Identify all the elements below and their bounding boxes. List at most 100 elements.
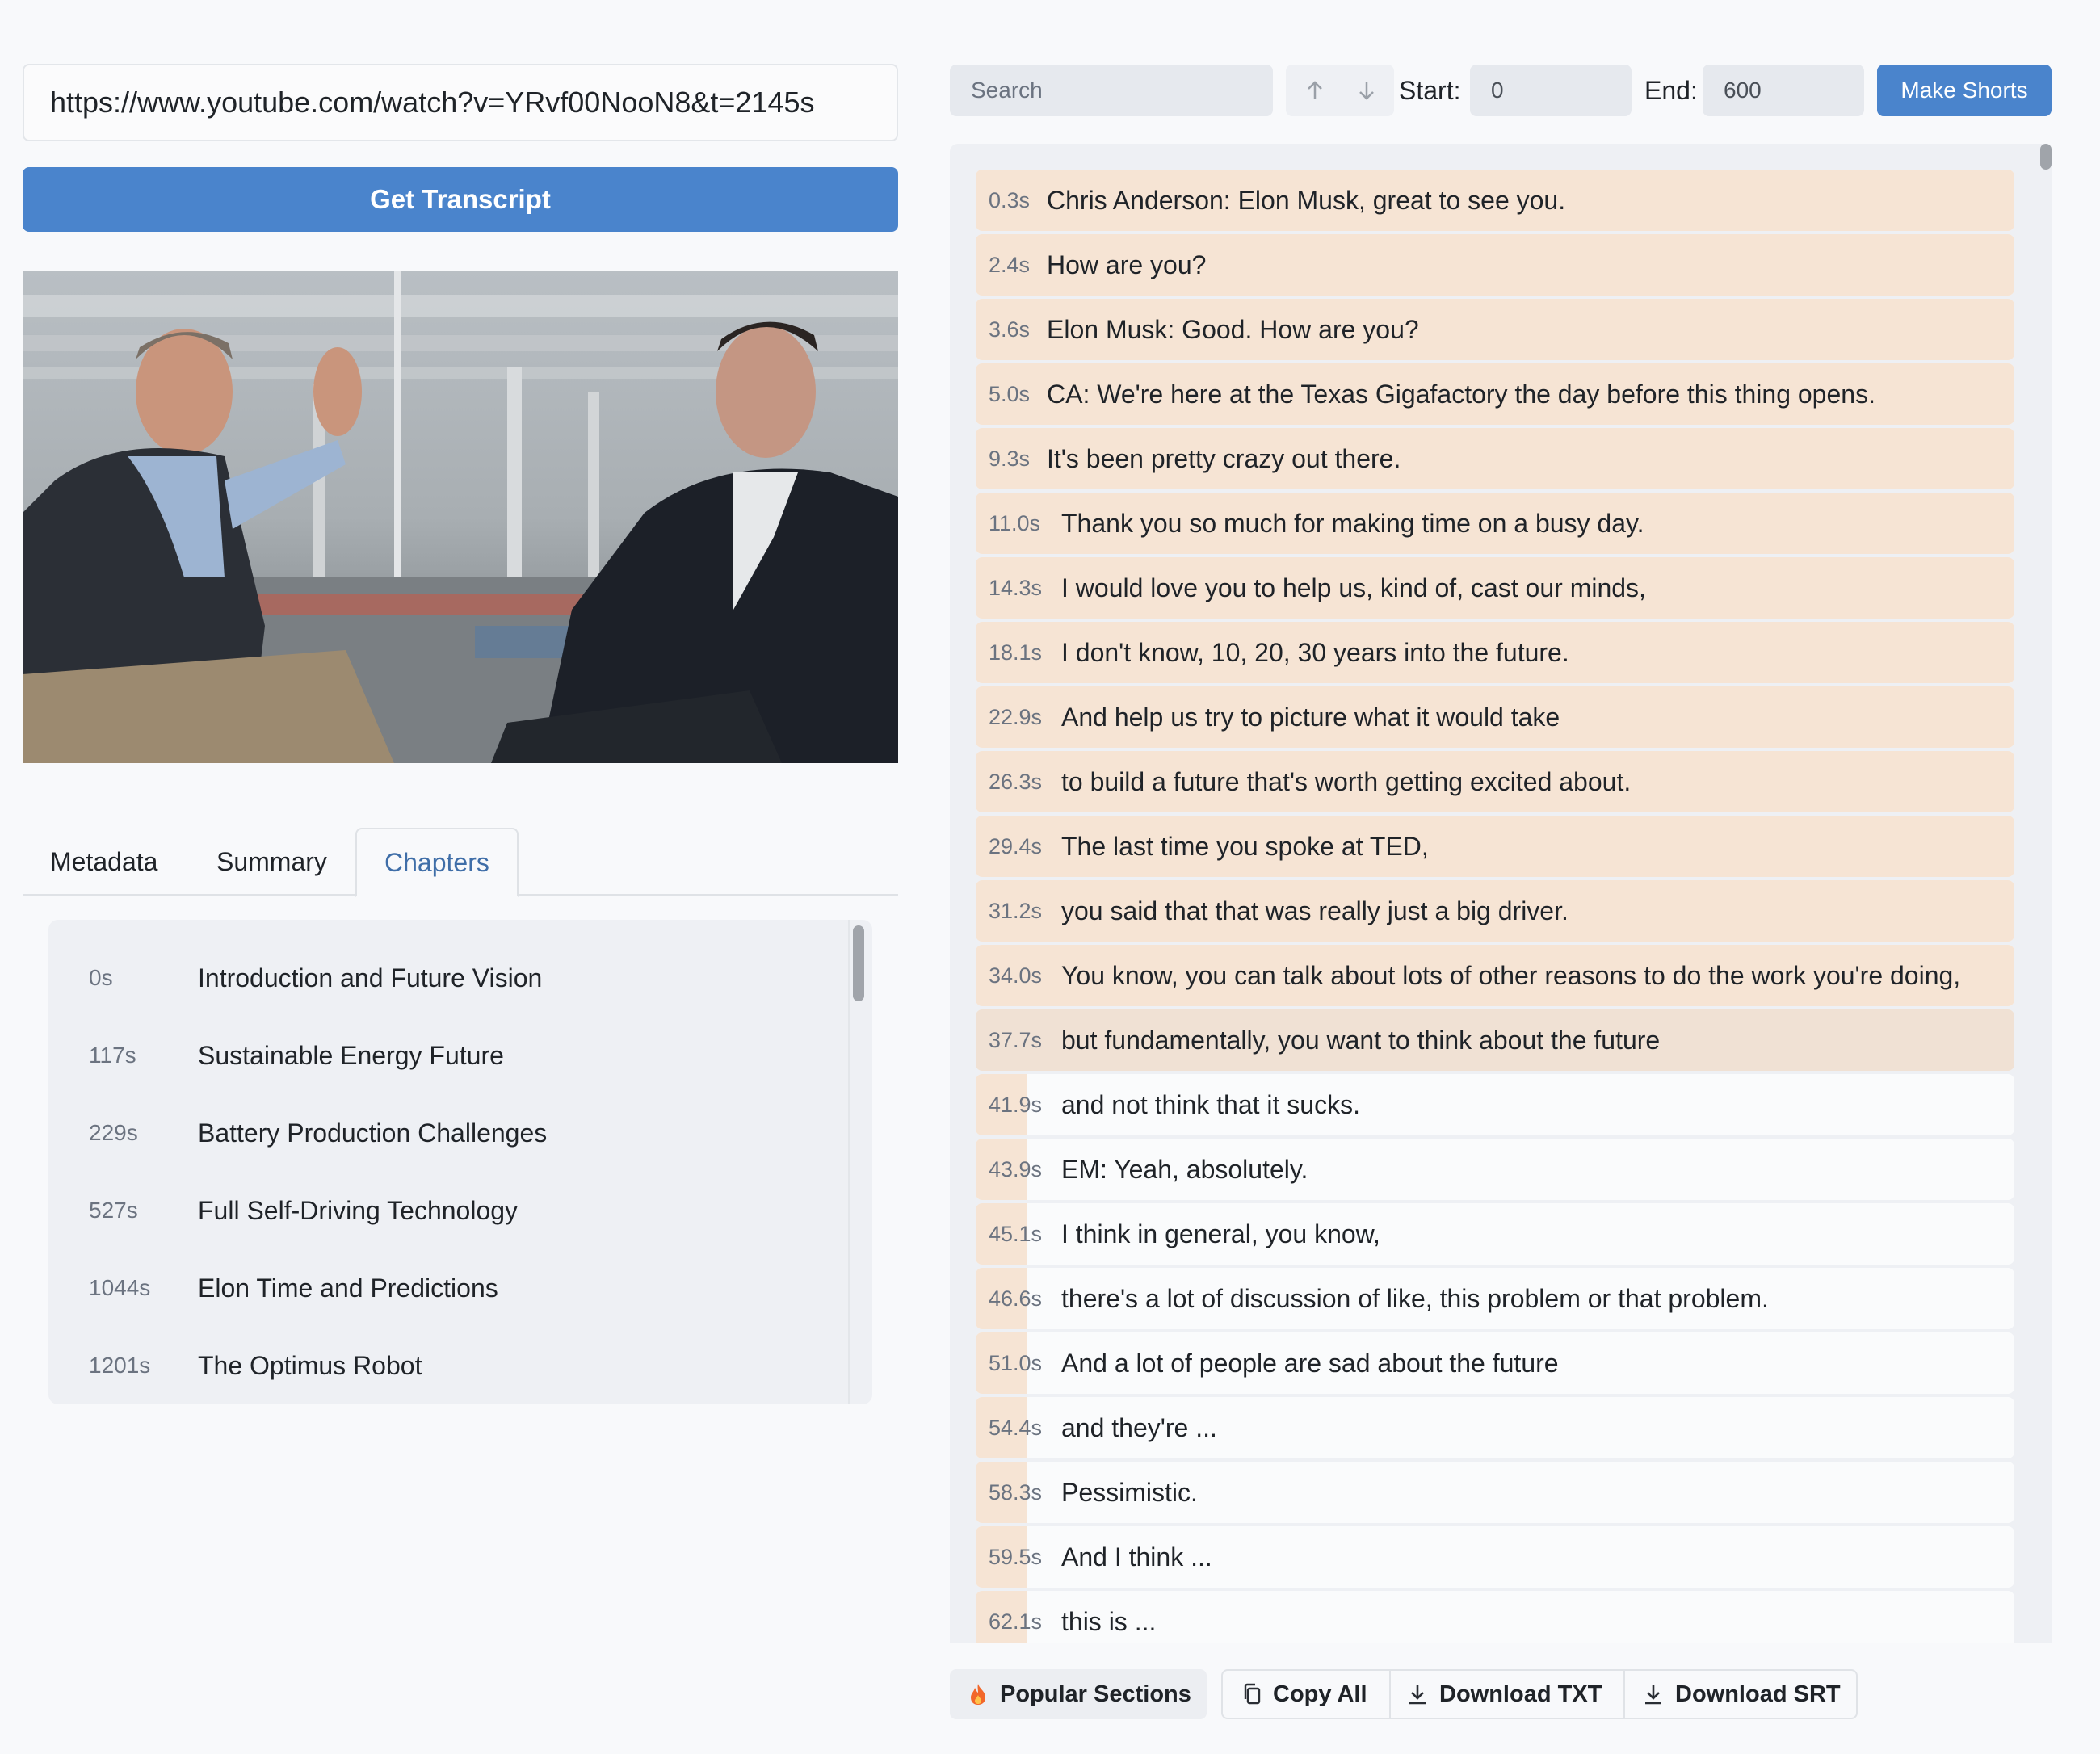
download-txt-button[interactable]: Download TXT bbox=[1407, 1671, 1602, 1718]
chapter-title: Full Self-Driving Technology bbox=[198, 1195, 519, 1225]
tab-metadata[interactable]: Metadata bbox=[23, 828, 185, 896]
transcript-segment[interactable]: 18.1s I don't know, 10, 20, 30 years into… bbox=[976, 622, 2014, 683]
segment-text: I don't know, 10, 20, 30 years into the … bbox=[1061, 637, 1569, 667]
chapters-scrollbar-thumb[interactable] bbox=[853, 925, 864, 1001]
segment-text: there's a lot of discussion of like, thi… bbox=[1061, 1283, 1769, 1313]
segment-timestamp[interactable]: 62.1s bbox=[989, 1591, 1042, 1643]
chapter-time: 229s bbox=[89, 1120, 138, 1145]
segment-text: Chris Anderson: Elon Musk, great to see … bbox=[1047, 185, 1566, 215]
segment-text: And I think ... bbox=[1061, 1542, 1212, 1571]
copy-all-button[interactable]: Copy All bbox=[1242, 1671, 1367, 1718]
download-srt-button[interactable]: Download SRT bbox=[1643, 1671, 1841, 1718]
divider bbox=[1389, 1671, 1391, 1718]
chapter-title: Battery Production Challenges bbox=[198, 1118, 548, 1148]
chapter-row[interactable]: 1044s Elon Time and Predictions bbox=[48, 1249, 848, 1327]
segment-timestamp[interactable]: 3.6s bbox=[989, 299, 1030, 360]
transcript-segment[interactable]: 5.0s CA: We're here at the Texas Gigafact… bbox=[976, 363, 2014, 425]
arrow-up-icon[interactable] bbox=[1291, 65, 1339, 116]
chapter-time: 117s bbox=[89, 1043, 136, 1068]
arrow-down-icon[interactable] bbox=[1342, 65, 1391, 116]
end-time-input[interactable] bbox=[1703, 65, 1864, 116]
segment-timestamp[interactable]: 51.0s bbox=[989, 1332, 1042, 1394]
segment-text: And help us try to picture what it would… bbox=[1061, 702, 1560, 732]
popular-sections-button[interactable]: Popular Sections bbox=[950, 1669, 1207, 1719]
copy-icon bbox=[1242, 1683, 1262, 1706]
transcript-segment[interactable]: 3.6s Elon Musk: Good. How are you? bbox=[976, 299, 2014, 360]
segment-timestamp[interactable]: 14.3s bbox=[989, 557, 1042, 619]
transcript-scrollbar-thumb[interactable] bbox=[2040, 144, 2052, 170]
transcript-segment[interactable]: 11.0s Thank you so much for making time o… bbox=[976, 493, 2014, 554]
segment-timestamp[interactable]: 58.3s bbox=[989, 1462, 1042, 1523]
segment-text: I would love you to help us, kind of, ca… bbox=[1061, 573, 1646, 602]
transcript-segment[interactable]: 34.0s You know, you can talk about lots o… bbox=[976, 945, 2014, 1006]
video-url-input[interactable] bbox=[23, 64, 898, 141]
chapter-row[interactable]: 527s Full Self-Driving Technology bbox=[48, 1172, 848, 1249]
chapters-list: 0s Introduction and Future Vision 117s S… bbox=[48, 920, 872, 1404]
make-shorts-button[interactable]: Make Shorts bbox=[1877, 65, 2052, 116]
segment-timestamp[interactable]: 18.1s bbox=[989, 622, 1042, 683]
segment-timestamp[interactable]: 59.5s bbox=[989, 1526, 1042, 1588]
transcript-segment[interactable]: 46.6s there's a lot of discussion of like… bbox=[976, 1268, 2014, 1329]
segment-text: Pessimistic. bbox=[1061, 1477, 1198, 1507]
transcript-segment[interactable]: 41.9s and not think that it sucks. bbox=[976, 1074, 2014, 1135]
segment-timestamp[interactable]: 2.4s bbox=[989, 234, 1030, 296]
transcript-segment[interactable]: 54.4s and they're ... bbox=[976, 1397, 2014, 1458]
copy-all-label: Copy All bbox=[1273, 1681, 1367, 1707]
transcript-segment[interactable]: 31.2s you said that that was really just … bbox=[976, 880, 2014, 942]
segment-timestamp[interactable]: 43.9s bbox=[989, 1139, 1042, 1200]
tab-chapters[interactable]: Chapters bbox=[355, 828, 519, 897]
video-frame-image bbox=[23, 271, 898, 763]
tab-summary[interactable]: Summary bbox=[189, 828, 355, 896]
chapter-row[interactable]: 229s Battery Production Challenges bbox=[48, 1094, 848, 1172]
chapter-title: Elon Time and Predictions bbox=[198, 1273, 498, 1303]
segment-timestamp[interactable]: 31.2s bbox=[989, 880, 1042, 942]
segment-text: Thank you so much for making time on a b… bbox=[1061, 508, 1644, 538]
transcript-segment[interactable]: 29.4s The last time you spoke at TED, bbox=[976, 816, 2014, 877]
start-time-input[interactable] bbox=[1470, 65, 1632, 116]
chapter-row[interactable]: 1201s The Optimus Robot bbox=[48, 1327, 848, 1404]
transcript-segment[interactable]: 43.9s EM: Yeah, absolutely. bbox=[976, 1139, 2014, 1200]
transcript-segment[interactable]: 22.9s And help us try to picture what it … bbox=[976, 686, 2014, 748]
popular-sections-label: Popular Sections bbox=[1000, 1681, 1191, 1707]
transcript-segment[interactable]: 26.3s to build a future that's worth gett… bbox=[976, 751, 2014, 812]
video-thumbnail[interactable] bbox=[23, 271, 898, 763]
segment-text: you said that that was really just a big… bbox=[1061, 896, 1569, 925]
segment-timestamp[interactable]: 22.9s bbox=[989, 686, 1042, 748]
transcript-search-input[interactable] bbox=[950, 65, 1273, 116]
segment-timestamp[interactable]: 26.3s bbox=[989, 751, 1042, 812]
transcript-segment[interactable]: 51.0s And a lot of people are sad about t… bbox=[976, 1332, 2014, 1394]
segment-timestamp[interactable]: 41.9s bbox=[989, 1074, 1042, 1135]
segment-text: CA: We're here at the Texas Gigafactory … bbox=[1047, 379, 1875, 409]
transcript-segment[interactable]: 58.3s Pessimistic. bbox=[976, 1462, 2014, 1523]
segment-text: and not think that it sucks. bbox=[1061, 1089, 1360, 1119]
segment-timestamp[interactable]: 45.1s bbox=[989, 1203, 1042, 1265]
download-srt-label: Download SRT bbox=[1675, 1681, 1841, 1707]
segment-timestamp[interactable]: 54.4s bbox=[989, 1397, 1042, 1458]
segment-timestamp[interactable]: 29.4s bbox=[989, 816, 1042, 877]
transcript-segment[interactable]: 9.3s It's been pretty crazy out there. bbox=[976, 428, 2014, 489]
transcript-segment[interactable]: 2.4s How are you? bbox=[976, 234, 2014, 296]
chapter-row[interactable]: 0s Introduction and Future Vision bbox=[48, 939, 848, 1017]
download-icon bbox=[1407, 1683, 1428, 1706]
segment-timestamp[interactable]: 46.6s bbox=[989, 1268, 1042, 1329]
segment-timestamp[interactable]: 0.3s bbox=[989, 170, 1030, 231]
chapter-title: Sustainable Energy Future bbox=[198, 1040, 504, 1070]
transcript-segment[interactable]: 37.7s but fundamentally, you want to thin… bbox=[976, 1009, 2014, 1071]
end-label: End: bbox=[1644, 75, 1698, 105]
segment-timestamp[interactable]: 34.0s bbox=[989, 945, 1042, 1006]
segment-timestamp[interactable]: 11.0s bbox=[989, 493, 1040, 554]
segment-text: Elon Musk: Good. How are you? bbox=[1047, 314, 1419, 344]
transcript-segment[interactable]: 62.1s this is ... bbox=[976, 1591, 2014, 1643]
get-transcript-button[interactable]: Get Transcript bbox=[23, 167, 898, 232]
transcript-segment[interactable]: 45.1s I think in general, you know, bbox=[976, 1203, 2014, 1265]
transcript-segment[interactable]: 0.3s Chris Anderson: Elon Musk, great to … bbox=[976, 170, 2014, 231]
transcript-segment[interactable]: 14.3s I would love you to help us, kind o… bbox=[976, 557, 2014, 619]
chapter-row[interactable]: 117s Sustainable Energy Future bbox=[48, 1017, 848, 1094]
segment-timestamp[interactable]: 5.0s bbox=[989, 363, 1030, 425]
segment-timestamp[interactable]: 37.7s bbox=[989, 1009, 1042, 1071]
segment-text: and they're ... bbox=[1061, 1412, 1217, 1442]
chapter-title: The Optimus Robot bbox=[198, 1350, 422, 1380]
segment-text: to build a future that's worth getting e… bbox=[1061, 766, 1632, 796]
transcript-segment[interactable]: 59.5s And I think ... bbox=[976, 1526, 2014, 1588]
segment-timestamp[interactable]: 9.3s bbox=[989, 428, 1030, 489]
